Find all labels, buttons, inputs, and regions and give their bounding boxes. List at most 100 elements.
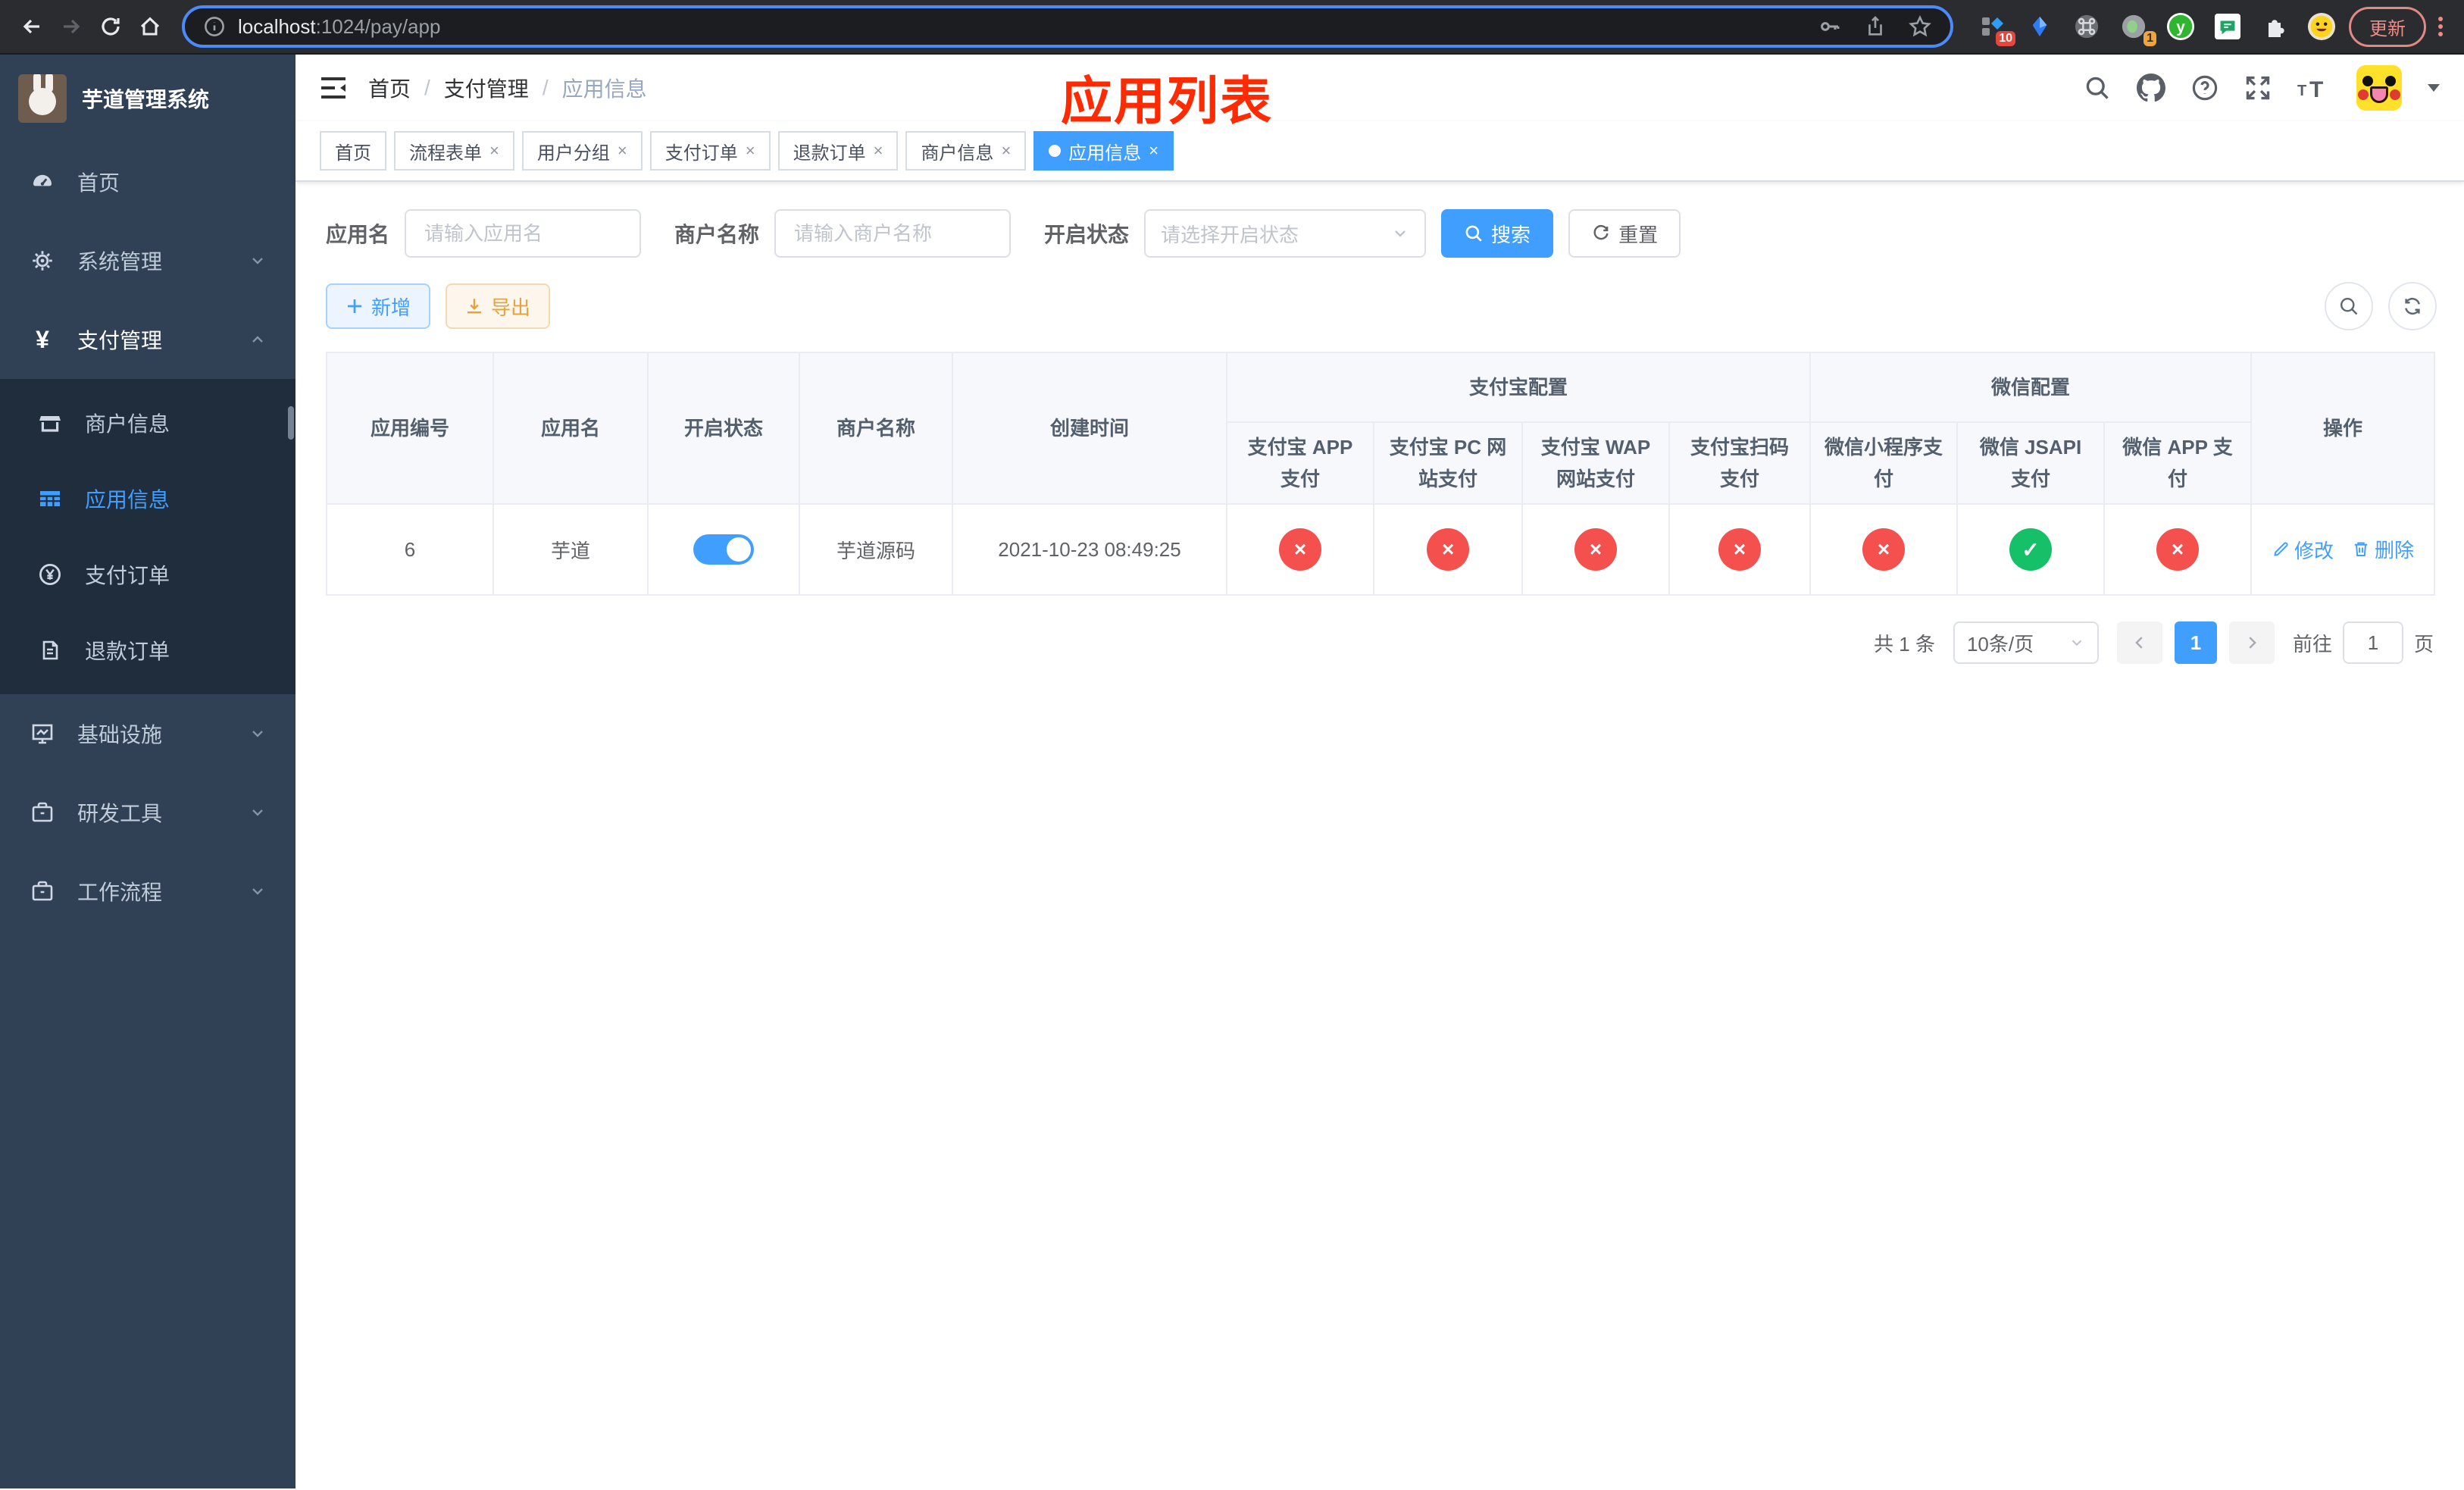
grid-icon [36,487,64,511]
app-logo [18,74,67,123]
tag-process-form[interactable]: 流程表单 × [394,131,514,171]
user-avatar[interactable] [2356,65,2402,111]
breadcrumb-home[interactable]: 首页 [368,73,411,103]
password-key-icon[interactable] [1818,14,1843,39]
cell-merchant: 芋道源码 [799,503,953,596]
app-logo-row[interactable]: 芋道管理系统 [0,55,295,142]
refresh-table-button[interactable] [2388,282,2437,330]
merchant-name-input[interactable] [774,209,1012,258]
collapse-sidebar-icon[interactable] [320,76,347,100]
app-name-input[interactable] [405,209,642,258]
document-icon [36,638,64,662]
browser-menu-icon[interactable] [2438,17,2443,36]
sidebar-item-workflow[interactable]: 工作流程 [0,852,295,931]
yen-circle-icon [36,562,64,587]
site-info-icon[interactable] [203,15,226,38]
status-select[interactable]: 请选择开启状态 [1144,209,1427,258]
close-icon[interactable]: × [1001,142,1011,159]
app-name-label: 应用名 [326,223,390,246]
sidebar-item-system[interactable]: 系统管理 [0,221,295,300]
next-page-button[interactable] [2228,621,2275,664]
enabled-toggle[interactable] [693,534,754,565]
tags-view: 首页 流程表单 × 用户分组 × 支付订单 × 退款订单 × 商户信息 × 应用信息 × [295,121,2464,182]
extensions-puzzle-icon[interactable] [2259,11,2290,42]
table-toolbar: 新增 导出 [326,282,2437,330]
edit-link[interactable]: 修改 [2272,536,2334,564]
add-button[interactable]: 新增 [326,283,431,329]
trash-icon [2354,542,2368,557]
sidebar-item-payment-order[interactable]: 支付订单 [0,537,295,612]
tag-refund-order[interactable]: 退款订单 × [777,131,899,171]
cross-icon: × [1862,528,1906,571]
tag-payment-order[interactable]: 支付订单 × [649,131,771,171]
extension-chat-icon[interactable] [2212,11,2243,42]
back-icon[interactable] [12,7,52,46]
tag-merchant-info[interactable]: 商户信息 × [905,131,1027,171]
cross-icon: × [1718,528,1761,571]
fullscreen-icon[interactable] [2244,74,2272,102]
export-button[interactable]: 导出 [446,283,551,329]
sidebar-scrollbar[interactable] [288,406,294,440]
close-icon[interactable]: × [1149,142,1159,159]
sidebar-item-infrastructure[interactable]: 基础设施 [0,694,295,773]
tag-home[interactable]: 首页 [320,131,386,171]
sidebar-item-app-info[interactable]: 应用信息 [0,461,295,537]
browser-update-button[interactable]: 更新 [2349,6,2426,47]
avatar-caret-icon[interactable] [2428,84,2440,92]
col-alipay-wap: 支付宝 WAP 网站支付 [1521,421,1670,505]
chevron-left-icon [2135,637,2143,649]
sidebar-item-dev-tools[interactable]: 研发工具 [0,773,295,852]
home-icon[interactable] [130,7,170,46]
goto-suffix: 页 [2413,632,2434,656]
help-icon[interactable] [2191,74,2219,102]
payment-submenu: 商户信息 应用信息 支付订单 退款订单 [0,379,295,694]
reset-button[interactable]: 重置 [1568,209,1681,258]
extension-grid-icon[interactable]: 10 [1978,11,2015,46]
plus-icon [348,299,361,313]
reload-icon[interactable] [91,7,130,46]
profile-avatar-icon[interactable] [2306,11,2337,42]
search-button[interactable]: 搜索 [1441,209,1554,258]
goto-page-input[interactable] [2342,621,2403,664]
extension-kite-icon[interactable] [2025,11,2055,42]
tag-app-info[interactable]: 应用信息 × [1033,131,1174,171]
breadcrumb: 首页 / 支付管理 / 应用信息 [368,73,647,103]
extension-y-icon[interactable]: y [2165,11,2196,42]
extension-status-icon[interactable]: 1 [2118,11,2156,46]
svg-text:T: T [2297,83,2306,99]
edit-pencil-icon [2274,542,2288,556]
bookmark-star-icon[interactable] [1908,14,1932,39]
extensions-row: 10 1 y [1978,11,2337,46]
monitor-chart-icon [29,722,56,746]
prev-page-button[interactable] [2116,621,2162,664]
sidebar-item-refund-order[interactable]: 退款订单 [0,612,295,688]
github-icon[interactable] [2137,74,2165,102]
show-search-button[interactable] [2325,282,2373,330]
cell-created: 2021-10-23 08:49:25 [952,503,1227,596]
sidebar-item-home[interactable]: 首页 [0,142,295,221]
refresh-icon [2405,297,2420,315]
address-bar[interactable]: localhost:1024/pay/app [182,5,1953,48]
header-search-icon[interactable] [2084,74,2111,102]
close-icon[interactable]: × [746,142,755,159]
extension-command-icon[interactable] [2072,11,2102,42]
tag-user-group[interactable]: 用户分组 × [521,131,643,171]
close-icon[interactable]: × [489,142,499,159]
share-icon[interactable] [1864,14,1887,39]
active-dot [1049,145,1062,157]
close-icon[interactable]: × [618,142,627,159]
cell-alipay-wap: × [1521,503,1670,596]
delete-link[interactable]: 删除 [2352,535,2414,563]
merchant-name-label: 商户名称 [674,223,760,246]
sidebar-item-merchant-info[interactable]: 商户信息 [0,385,295,461]
page-size-select[interactable]: 10条/页 [1953,621,2099,664]
close-icon[interactable]: × [874,142,883,159]
sidebar-item-payment[interactable]: ¥ 支付管理 [0,300,295,379]
page-number-current[interactable]: 1 [2174,621,2217,664]
col-app-id: 应用编号 [326,352,494,505]
search-icon [1465,225,1482,242]
breadcrumb-payment[interactable]: 支付管理 [444,73,529,103]
forward-icon[interactable] [52,7,91,46]
app-table: 应用编号 应用名 开启状态 商户名称 创建时间 支付宝配置 微信配置 操作 支付… [326,352,2436,596]
font-size-icon[interactable]: TT [2297,74,2331,102]
